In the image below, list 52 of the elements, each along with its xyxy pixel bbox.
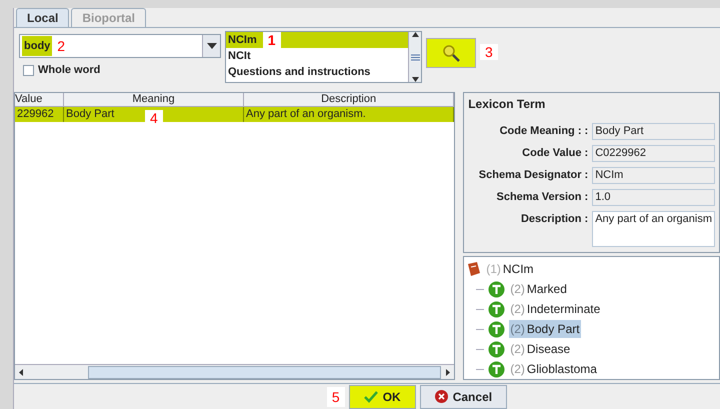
panel-title: Lexicon Term [468, 96, 546, 113]
scroll-grip-icon [410, 54, 420, 60]
callout-number: 3 [480, 44, 498, 60]
field-label: Code Value : [521, 146, 588, 161]
lexicon-item[interactable]: NCIt [226, 48, 408, 64]
whole-word-checkbox[interactable] [23, 64, 34, 76]
scroll-up-icon [412, 32, 418, 37]
tree-node[interactable]: (2) Disease [509, 340, 572, 358]
cancel-button[interactable]: Cancel [420, 384, 508, 408]
tree-node[interactable]: (2) Body Part [509, 320, 581, 338]
checkmark-icon [364, 390, 378, 402]
search-text: body [22, 36, 52, 56]
tree-node[interactable]: (2) Glioblastoma [509, 360, 598, 378]
column-header[interactable]: Value [15, 93, 64, 106]
column-header[interactable]: Description [244, 93, 454, 106]
tree-node[interactable]: NCIm [502, 260, 534, 278]
node-count: (1) [486, 261, 501, 278]
term-icon [488, 300, 506, 318]
field-label: Schema Version : [495, 190, 588, 205]
tab[interactable]: Local [16, 8, 70, 27]
callout-number: 5 [326, 386, 345, 406]
lexicon-item[interactable]: Questions and instructions [226, 64, 408, 80]
callout-number: 4 [145, 110, 163, 126]
term-icon [488, 360, 506, 378]
scrollbar[interactable] [408, 32, 421, 82]
value-field[interactable]: 1.0 [592, 189, 715, 206]
horizontal-scrollbar[interactable] [15, 364, 454, 379]
table-cell: 229962 [15, 107, 64, 122]
value-field[interactable]: Body Part [592, 123, 715, 140]
description-area[interactable]: Any part of an organism [592, 211, 715, 247]
table-cell: Any part of an organism. [244, 107, 454, 122]
ok-button[interactable]: OK [348, 384, 416, 408]
field-label: Schema Designator : [478, 168, 588, 183]
search-icon [442, 44, 460, 62]
search-combo[interactable]: body 2 [19, 34, 221, 58]
value-field[interactable]: NCIm [592, 167, 715, 184]
field-label: Description : [520, 212, 588, 227]
cancel-icon [434, 390, 448, 403]
lexicon-item[interactable]: NCIm 1 [226, 32, 408, 48]
term-icon [488, 280, 506, 298]
scroll-down-icon [412, 77, 418, 82]
column-header[interactable]: Meaning [64, 93, 244, 106]
tree-node[interactable]: (2) Marked [509, 280, 568, 298]
book-icon [466, 261, 482, 277]
tree-node[interactable]: (2) Indeterminate [509, 300, 602, 318]
whole-word-label: Whole word [38, 63, 100, 78]
field-label: Code Meaning : : [498, 124, 588, 139]
search-button[interactable] [426, 38, 476, 68]
term-icon [488, 320, 506, 338]
callout-number: 1 [262, 32, 281, 48]
term-icon [488, 340, 506, 358]
value-field[interactable]: C0229962 [592, 145, 715, 162]
